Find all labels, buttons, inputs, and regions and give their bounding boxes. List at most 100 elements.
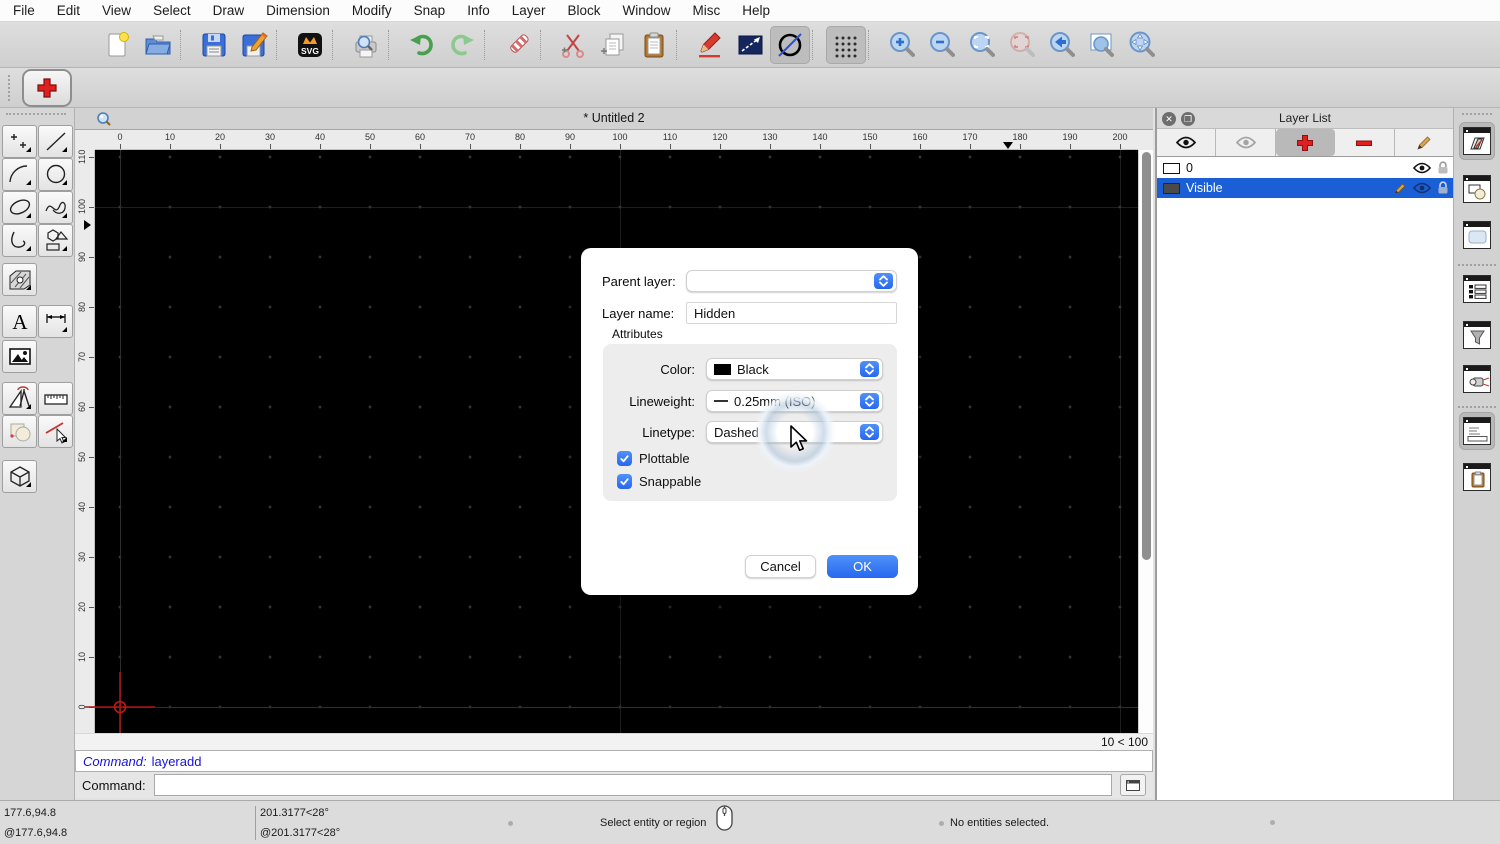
block-list-dock-button[interactable] — [1459, 170, 1495, 208]
undo-button[interactable] — [402, 26, 442, 64]
measure-tool-button[interactable] — [38, 382, 73, 415]
remove-layer-button[interactable] — [1335, 129, 1395, 156]
view-dock-button[interactable] — [1459, 360, 1495, 398]
layer-visibility-icon[interactable] — [1413, 182, 1431, 194]
menu-item-info[interactable]: Info — [467, 3, 490, 18]
ellipse-tool-button[interactable] — [2, 191, 37, 224]
selection-status: No entities selected. — [950, 817, 1050, 829]
selection-filter-dock-button[interactable] — [1459, 316, 1495, 354]
text-tool-button[interactable]: A — [2, 305, 37, 338]
clipboard-dock-button[interactable] — [1459, 458, 1495, 496]
menu-item-edit[interactable]: Edit — [57, 3, 80, 18]
zoom-window-button[interactable] — [1082, 26, 1122, 64]
menu-item-view[interactable]: View — [102, 3, 131, 18]
toolbar-drag-handle[interactable] — [8, 74, 16, 101]
cut-button[interactable] — [554, 26, 594, 64]
dock-drag-handle[interactable] — [1462, 113, 1492, 115]
image-tool-button[interactable] — [2, 340, 37, 373]
hide-all-layers-button[interactable] — [1216, 129, 1276, 156]
detach-command-button[interactable] — [1119, 774, 1146, 796]
checkbox-checked-icon[interactable] — [617, 451, 632, 466]
add-layer-button[interactable] — [1275, 129, 1336, 156]
selection-filter-dock-icon — [1463, 321, 1491, 349]
hatch-tool-button[interactable] — [2, 263, 37, 296]
menu-item-layer[interactable]: Layer — [512, 3, 546, 18]
menu-item-dimension[interactable]: Dimension — [266, 3, 330, 18]
grid-status-label: 10 < 100 — [1100, 735, 1148, 749]
draw-pen-button[interactable] — [690, 26, 730, 64]
command-line-dock-button[interactable] — [1459, 412, 1495, 450]
menu-item-window[interactable]: Window — [623, 3, 671, 18]
order-tool-button[interactable] — [2, 415, 37, 448]
add-toolbar-button[interactable] — [22, 68, 72, 107]
spline-tool-button[interactable] — [38, 191, 73, 224]
new-document-button[interactable] — [98, 26, 138, 64]
open-folder-icon — [143, 30, 173, 60]
show-all-layers-button[interactable] — [1157, 129, 1217, 156]
polygon-tool-button[interactable] — [38, 224, 73, 257]
menu-item-misc[interactable]: Misc — [693, 3, 721, 18]
checkbox-checked-icon[interactable] — [617, 474, 632, 489]
zoom-in-button[interactable] — [882, 26, 922, 64]
zoom-pan-button[interactable] — [1122, 26, 1162, 64]
color-select[interactable]: Black — [706, 358, 883, 380]
parent-layer-select[interactable] — [686, 270, 897, 292]
command-history-label: Command: — [83, 753, 147, 769]
zoom-auto-button[interactable] — [962, 26, 1002, 64]
redo-button[interactable] — [442, 26, 482, 64]
print-preview-button[interactable] — [346, 26, 386, 64]
arc-tool-button[interactable] — [2, 158, 37, 191]
zoom-out-button[interactable] — [922, 26, 962, 64]
layer-row-visible[interactable]: Visible — [1157, 178, 1453, 198]
layer-row-0[interactable]: 0 — [1157, 158, 1453, 178]
menu-item-help[interactable]: Help — [742, 3, 770, 18]
zoom-selection-button[interactable] — [1002, 26, 1042, 64]
property-list-dock-button[interactable] — [1459, 270, 1495, 308]
delete-entities-button[interactable] — [498, 26, 538, 64]
circle-tool-button[interactable] — [38, 158, 73, 191]
layer-name-field[interactable]: Hidden — [686, 302, 897, 324]
menu-item-draw[interactable]: Draw — [213, 3, 245, 18]
library-browser-dock-button[interactable] — [1459, 216, 1495, 254]
layer-lock-icon[interactable] — [1437, 161, 1449, 175]
open-file-button[interactable] — [138, 26, 178, 64]
drafting-tools-button[interactable] — [2, 382, 37, 415]
menu-item-snap[interactable]: Snap — [414, 3, 446, 18]
layer-lock-icon[interactable] — [1437, 181, 1449, 195]
points-tool-button[interactable] — [2, 125, 37, 158]
orthogonal-mode-button[interactable] — [730, 26, 770, 64]
snappable-checkbox-row[interactable]: Snappable — [617, 474, 701, 489]
save-button[interactable] — [194, 26, 234, 64]
selection-status-dot — [939, 821, 944, 826]
polyline-tool-button[interactable] — [2, 224, 37, 257]
grid-toggle-button[interactable] — [826, 25, 866, 64]
edit-layer-button[interactable] — [1395, 129, 1453, 156]
dock-drag-handle[interactable] — [6, 113, 66, 115]
line-tool-button[interactable] — [38, 125, 73, 158]
menu-item-modify[interactable]: Modify — [352, 3, 392, 18]
plottable-checkbox-row[interactable]: Plottable — [617, 451, 690, 466]
layer-list-dock-button[interactable] — [1459, 122, 1495, 160]
solid-3d-tool-button[interactable] — [2, 460, 37, 493]
absolute-polar: 201.3177<28° — [260, 807, 329, 819]
paste-button[interactable] — [634, 26, 674, 64]
copy-button[interactable] — [594, 26, 634, 64]
canvas-vertical-scrollbar[interactable] — [1138, 150, 1153, 733]
clipboard-icon — [639, 30, 669, 60]
lineweight-label: Lineweight: — [629, 394, 695, 409]
layer-edit-icon[interactable] — [1393, 181, 1407, 195]
zoom-previous-button[interactable] — [1042, 26, 1082, 64]
delete-selected-tool-button[interactable] — [38, 415, 73, 448]
layer-visibility-icon[interactable] — [1413, 162, 1431, 174]
ok-button[interactable]: OK — [827, 555, 898, 578]
isometric-mode-button[interactable] — [770, 25, 810, 64]
save-as-button[interactable] — [234, 26, 274, 64]
menu-item-block[interactable]: Block — [568, 3, 601, 18]
scrollbar-thumb[interactable] — [1142, 152, 1151, 560]
command-input[interactable] — [153, 774, 1112, 796]
dimension-tool-button[interactable] — [38, 305, 73, 338]
menu-item-select[interactable]: Select — [153, 3, 191, 18]
menu-item-file[interactable]: File — [13, 3, 35, 18]
export-svg-button[interactable]: SVG — [290, 26, 330, 64]
cancel-button[interactable]: Cancel — [745, 555, 816, 578]
